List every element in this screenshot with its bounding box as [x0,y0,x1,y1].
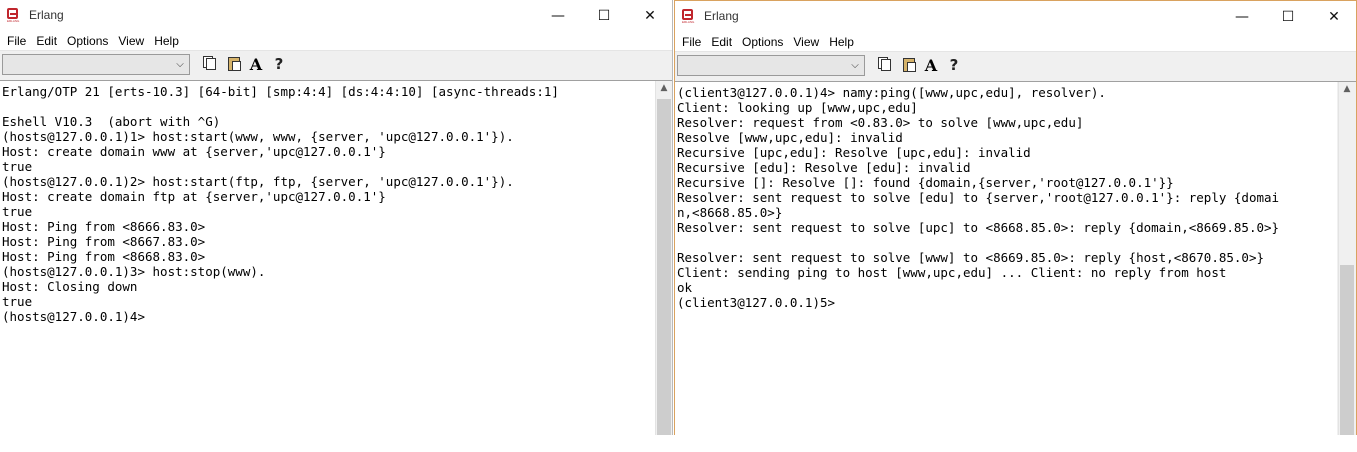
menu-options[interactable]: Options [737,32,788,52]
maximize-button[interactable]: ☐ [581,0,627,31]
console-output[interactable]: Erlang/OTP 21 [erts-10.3] [64-bit] [smp:… [0,81,655,435]
font-icon[interactable]: A [247,55,265,74]
console-text: (client3@127.0.0.1)4> namy:ping([www,upc… [675,82,1337,310]
console-line: true [2,204,33,219]
console-line: true [2,294,33,309]
console-line: Recursive []: Resolve []: found {domain,… [677,175,1174,190]
console-line: (hosts@127.0.0.1)2> host:start(ftp, ftp,… [2,174,514,189]
menu-view[interactable]: View [788,32,824,52]
console-line: (client3@127.0.0.1)5> [677,295,836,310]
copy-icon[interactable] [202,55,220,73]
console-line: Erlang/OTP 21 [erts-10.3] [64-bit] [smp:… [2,84,559,99]
history-combobox[interactable]: ⌵ [2,54,190,75]
minimize-button[interactable]: — [1219,1,1265,32]
window-title: Erlang [704,9,739,23]
console-output[interactable]: (client3@127.0.0.1)4> namy:ping([www,upc… [675,82,1337,435]
chevron-down-icon[interactable]: ⌵ [173,56,187,73]
console-line: Host: Closing down [2,279,138,294]
vertical-scrollbar[interactable]: ▲ [655,81,672,435]
minimize-button[interactable]: — [535,0,581,31]
paste-icon[interactable] [225,55,243,73]
paste-icon[interactable] [900,56,918,74]
history-combobox[interactable]: ⌵ [677,55,865,76]
console-line: Eshell V10.3 (abort with ^G) [2,114,221,129]
close-button[interactable]: ✕ [627,0,672,31]
menu-bar: File Edit Options View Help [0,31,672,51]
toolbar: ⌵ A ? [675,52,1356,82]
menu-edit[interactable]: Edit [706,32,737,52]
console-line: ok [677,280,693,295]
console-line: Host: create domain www at {server,'upc@… [2,144,386,159]
menu-edit[interactable]: Edit [31,31,62,51]
console-line: Resolver: sent request to solve [upc] to… [677,220,1280,235]
maximize-button[interactable]: ☐ [1265,1,1311,32]
console-line: Resolver: sent request to solve [www] to… [677,250,1264,265]
erlang-window-left: ERLANG Erlang — ☐ ✕ File Edit Options Vi… [0,0,673,435]
console-line: Recursive [upc,edu]: Resolve [upc,edu]: … [677,145,1031,160]
help-icon[interactable]: ? [270,55,288,73]
console-line: true [2,159,33,174]
console-line: (hosts@127.0.0.1)4> [2,309,145,324]
console-line: Resolve [www,upc,edu]: invalid [677,130,903,145]
scroll-up-icon[interactable]: ▲ [1339,84,1355,98]
menu-options[interactable]: Options [62,31,113,51]
toolbar: ⌵ A ? [0,51,672,81]
menu-file[interactable]: File [677,32,706,52]
title-bar[interactable]: ERLANG Erlang — ☐ ✕ [0,0,672,31]
erlang-window-right: ERLANG Erlang — ☐ ✕ File Edit Options Vi… [674,0,1357,435]
console-line: Resolver: request from <0.83.0> to solve… [677,115,1084,130]
scroll-thumb[interactable] [1340,265,1354,435]
window-title: Erlang [29,8,64,22]
scroll-up-icon[interactable]: ▲ [656,83,672,97]
menu-file[interactable]: File [2,31,31,51]
console-line: Host: Ping from <8668.83.0> [2,249,206,264]
console-line: Recursive [edu]: Resolve [edu]: invalid [677,160,971,175]
vertical-scrollbar[interactable]: ▲ [1338,82,1355,435]
console-line: (hosts@127.0.0.1)3> host:stop(www). [2,264,266,279]
console-text: Erlang/OTP 21 [erts-10.3] [64-bit] [smp:… [0,81,655,324]
title-bar[interactable]: ERLANG Erlang — ☐ ✕ [675,1,1356,32]
console-line: Host: Ping from <8667.83.0> [2,234,206,249]
console-line: (client3@127.0.0.1)4> namy:ping([www,upc… [677,85,1106,100]
copy-icon[interactable] [877,56,895,74]
console-line: (hosts@127.0.0.1)1> host:start(www, www,… [2,129,514,144]
erlang-logo-icon: ERLANG [682,9,698,24]
menu-help[interactable]: Help [149,31,184,51]
console-line: Host: create domain ftp at {server,'upc@… [2,189,386,204]
console-line: Client: looking up [www,upc,edu] [677,100,918,115]
console-line: Host: Ping from <8666.83.0> [2,219,206,234]
close-button[interactable]: ✕ [1311,1,1356,32]
console-line: n,<8668.85.0>} [677,205,783,220]
font-icon[interactable]: A [922,56,940,75]
chevron-down-icon[interactable]: ⌵ [848,57,862,74]
menu-bar: File Edit Options View Help [675,32,1356,52]
console-line: Resolver: sent request to solve [edu] to… [677,190,1280,205]
erlang-logo-icon: ERLANG [7,8,23,23]
scroll-thumb[interactable] [657,99,671,435]
help-icon[interactable]: ? [945,56,963,74]
menu-help[interactable]: Help [824,32,859,52]
menu-view[interactable]: View [113,31,149,51]
console-line: Client: sending ping to host [www,upc,ed… [677,265,1227,280]
